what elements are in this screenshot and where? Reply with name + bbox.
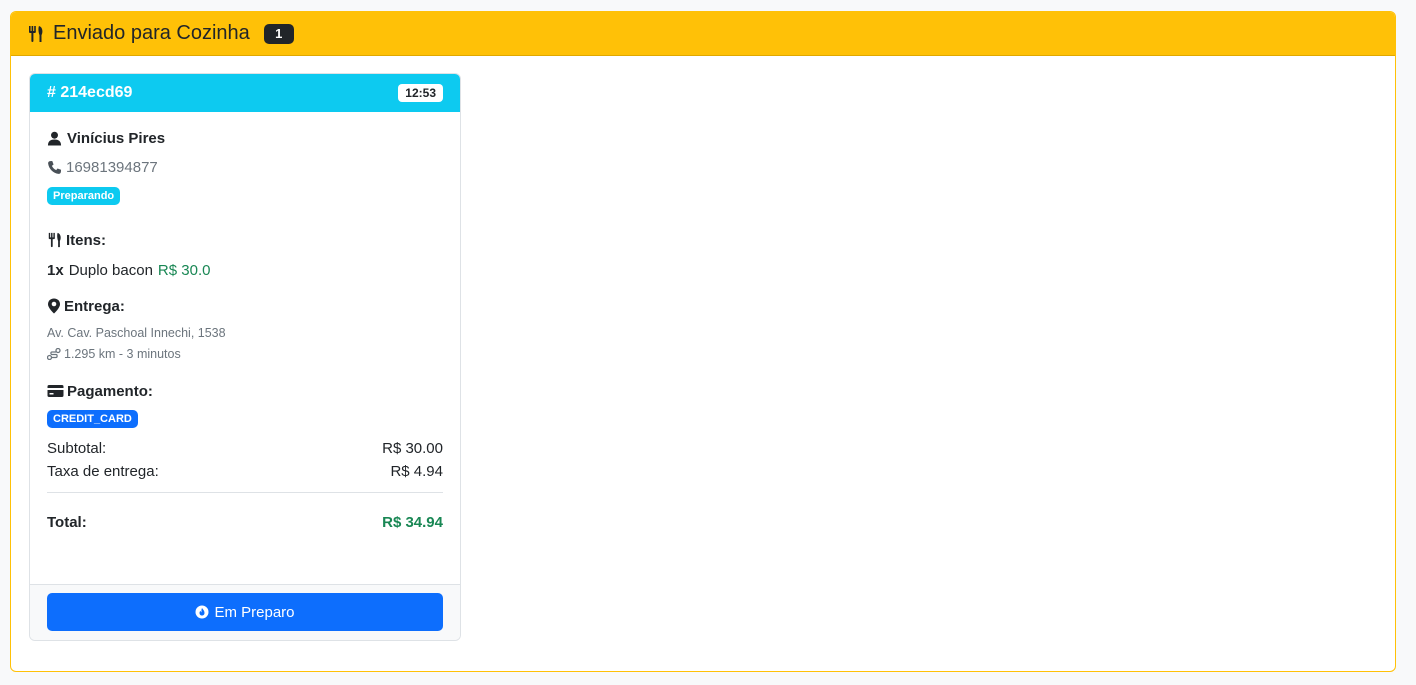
subtotal-row: Subtotal: R$ 30.00 xyxy=(47,440,443,457)
utensils-icon xyxy=(27,25,45,43)
phone-icon xyxy=(47,160,62,175)
order-card: # 214ecd69 12:53 Vinícius Pires 16981394… xyxy=(29,73,461,641)
route-icon xyxy=(47,348,61,360)
customer-phone: 16981394877 xyxy=(66,158,158,176)
total-row: Total: R$ 34.94 xyxy=(47,514,443,531)
order-time-badge: 12:53 xyxy=(398,84,443,102)
credit-card-icon xyxy=(47,384,64,398)
fire-icon xyxy=(195,605,209,619)
delivery-address: Av. Cav. Paschoal Innechi, 1538 xyxy=(47,326,226,340)
payment-method-badge: CREDIT_CARD xyxy=(47,410,138,428)
total-value: R$ 34.94 xyxy=(382,514,443,531)
items-title: Itens: xyxy=(66,231,107,249)
status-badge: Preparando xyxy=(47,187,121,205)
em-preparo-button[interactable]: Em Preparo xyxy=(47,593,443,631)
delivery-distance: 1.295 km - 3 minutos xyxy=(64,347,181,361)
total-label: Total: xyxy=(47,514,87,531)
order-card-body: Vinícius Pires 16981394877 Preparando It… xyxy=(30,112,460,531)
panel-header: Enviado para Cozinha 1 xyxy=(11,12,1395,56)
em-preparo-label: Em Preparo xyxy=(214,603,295,621)
payment-title: Pagamento: xyxy=(67,382,153,400)
subtotal-value: R$ 30.00 xyxy=(382,440,443,457)
map-pin-icon xyxy=(47,298,61,314)
delivery-fee-row: Taxa de entrega: R$ 4.94 xyxy=(47,463,443,480)
item-quantity: 1x xyxy=(47,261,64,279)
delivery-fee-label: Taxa de entrega: xyxy=(47,463,159,480)
delivery-fee-value: R$ 4.94 xyxy=(390,463,443,480)
item-price: R$ 30.0 xyxy=(157,261,211,279)
divider xyxy=(47,492,443,493)
kitchen-panel: Enviado para Cozinha 1 # 214ecd69 12:53 … xyxy=(10,11,1396,672)
order-id: # 214ecd69 xyxy=(47,84,133,101)
utensils-icon xyxy=(47,232,63,248)
user-icon xyxy=(47,131,62,146)
item-name: Duplo bacon xyxy=(68,261,153,279)
order-card-footer: Em Preparo xyxy=(30,584,460,640)
order-card-header: # 214ecd69 12:53 xyxy=(30,74,460,112)
customer-name: Vinícius Pires xyxy=(67,129,166,147)
panel-title: Enviado para Cozinha xyxy=(53,22,250,44)
delivery-title: Entrega: xyxy=(64,297,125,315)
order-count-badge: 1 xyxy=(263,23,294,44)
list-item: 1x Duplo bacon R$ 30.0 xyxy=(47,260,443,280)
subtotal-label: Subtotal: xyxy=(47,440,107,457)
